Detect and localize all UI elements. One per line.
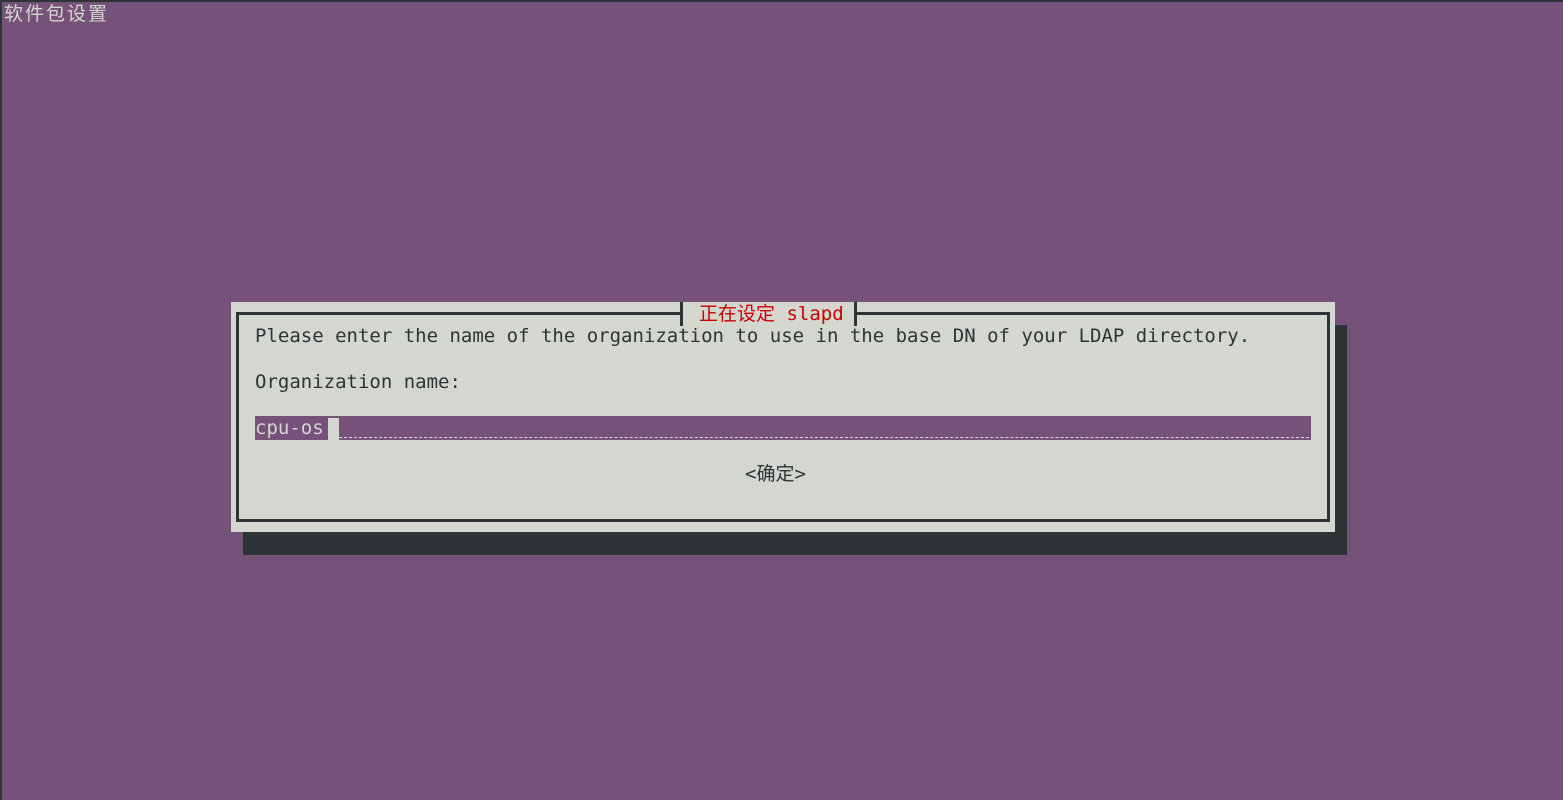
terminal-frame-left [0,0,2,800]
terminal-frame-top [0,0,1563,2]
input-underline [339,437,1309,438]
dialog-title: 正在设定 slapd [680,302,857,326]
organization-name-input[interactable]: cpu-os [255,416,1311,440]
config-dialog: 正在设定 slapd Please enter the name of the … [231,302,1335,532]
organization-name-label: Organization name: [255,371,461,393]
screen-title: 软件包设置 [4,3,110,25]
text-cursor [328,418,339,440]
organization-name-value: cpu-os [255,417,324,439]
ok-button[interactable]: <确定> [745,462,806,486]
dialog-prompt: Please enter the name of the organizatio… [255,325,1251,347]
